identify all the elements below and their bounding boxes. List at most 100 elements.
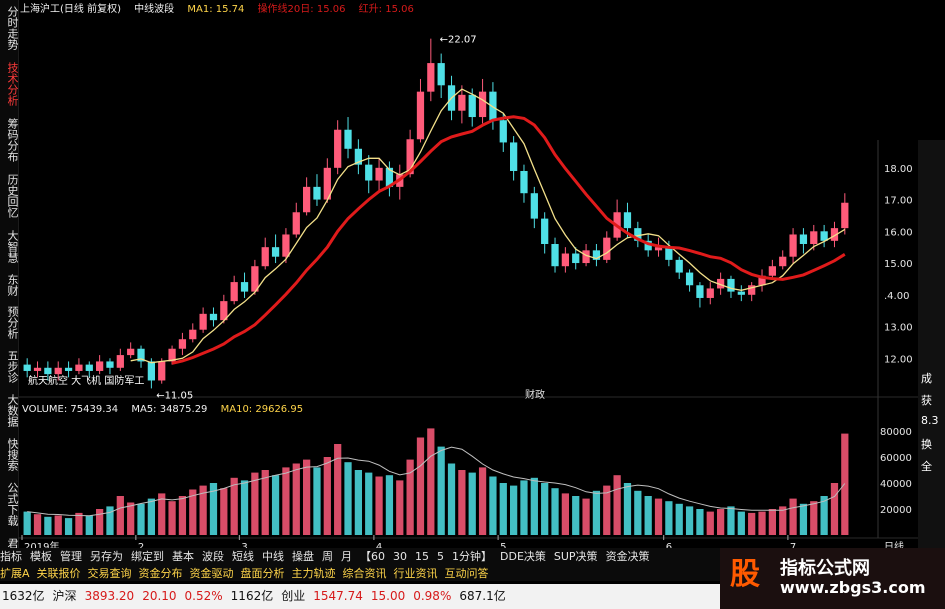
- candle-body: [768, 266, 776, 276]
- toolbar2-item-3[interactable]: 资金分布: [139, 567, 183, 580]
- toolbar1-item-1[interactable]: 模板: [30, 550, 52, 563]
- volume-axis-label: 60000: [880, 453, 912, 464]
- volume-bar: [634, 490, 642, 535]
- volume-bar: [96, 509, 104, 535]
- toolbar1-item-19[interactable]: 资金决策: [606, 550, 650, 563]
- candle-body: [158, 361, 166, 381]
- volume-bar: [675, 503, 683, 535]
- toolbar1-item-12[interactable]: 【60: [360, 550, 385, 563]
- right-edge-label-1: 获: [921, 394, 932, 407]
- volume-header: VOLUME: 75439.34 MA5: 34875.29 MA10: 296…: [22, 404, 313, 415]
- toolbar1-item-16[interactable]: 1分钟】: [452, 550, 492, 563]
- toolbar1-item-6[interactable]: 波段: [202, 550, 224, 563]
- volume-bar: [23, 511, 31, 535]
- volume-bar: [841, 433, 849, 535]
- candle-body: [458, 94, 466, 111]
- volume-bar: [706, 511, 714, 535]
- volume-bar: [271, 475, 280, 535]
- status-item-10: 687.1亿: [459, 589, 506, 603]
- toolbar1-item-8[interactable]: 中线: [262, 550, 284, 563]
- volume-bar: [510, 485, 518, 535]
- status-item-8: 15.00: [370, 589, 406, 603]
- toolbar2-item-4[interactable]: 资金驱动: [190, 567, 234, 580]
- candle-body: [127, 348, 135, 356]
- candle-body: [189, 329, 197, 340]
- status-item-9: 0.98%: [413, 589, 452, 603]
- toolbar2-item-2[interactable]: 交易查询: [88, 567, 132, 580]
- price-axis-label: 13.00: [884, 323, 913, 334]
- volume-bar: [365, 472, 373, 535]
- volume-bar: [251, 472, 259, 535]
- volume-bar: [178, 496, 187, 535]
- toolbar1-item-15[interactable]: 5: [437, 550, 444, 563]
- toolbar1-item-5[interactable]: 基本: [172, 550, 194, 563]
- toolbar2-item-6[interactable]: 主力轨迹: [292, 567, 336, 580]
- candle-body: [75, 364, 83, 371]
- toolbar1-item-11[interactable]: 月: [341, 550, 352, 563]
- toolbar2-item-0[interactable]: 扩展A: [0, 567, 30, 580]
- toolbar2-item-9[interactable]: 互动问答: [445, 567, 489, 580]
- candle-body: [416, 91, 425, 140]
- toolbar1-item-18[interactable]: SUP决策: [554, 550, 598, 563]
- candle-body: [344, 129, 352, 149]
- watermark-url: www.zbgs3.com: [780, 578, 926, 597]
- volume-readout: VOLUME: 75439.34: [22, 404, 119, 415]
- volume-bar: [85, 515, 93, 535]
- candle-body: [706, 288, 714, 298]
- price-axis-label: .4.00: [884, 291, 909, 302]
- volume-bar: [520, 480, 528, 535]
- toolbar1-item-17[interactable]: DDE决策: [500, 550, 546, 563]
- toolbar1-item-2[interactable]: 管理: [60, 550, 82, 563]
- toolbar2-item-7[interactable]: 综合资讯: [343, 567, 387, 580]
- toolbar1-item-9[interactable]: 操盘: [292, 550, 314, 563]
- price-axis-label: 15.00: [884, 259, 913, 270]
- volume-bar: [116, 496, 124, 535]
- volume-bar: [385, 475, 394, 535]
- candle-body: [510, 142, 518, 171]
- candle-body: [841, 202, 849, 229]
- volume-axis-label: 80000: [880, 427, 912, 438]
- candle-body: [23, 364, 31, 371]
- toolbar2-item-8[interactable]: 行业资讯: [394, 567, 438, 580]
- candle-body: [437, 63, 445, 86]
- volume-bar: [344, 462, 352, 535]
- toolbar1-item-13[interactable]: 30: [393, 550, 407, 563]
- volume-bar: [323, 457, 331, 535]
- right-edge-panel: 成获 8.3 换全: [918, 140, 945, 560]
- toolbar1-item-14[interactable]: 15: [415, 550, 429, 563]
- candle-body: [727, 278, 735, 292]
- volume-bar: [416, 437, 425, 535]
- toolbar1-item-7[interactable]: 短线: [232, 550, 254, 563]
- volume-bar: [654, 498, 663, 535]
- volume-bar: [427, 428, 435, 535]
- volume-bar: [334, 444, 342, 535]
- candle-body: [261, 247, 269, 267]
- toolbar1-item-10[interactable]: 周: [322, 550, 333, 563]
- toolbar1-item-0[interactable]: 指标: [0, 550, 22, 563]
- high-price-label: ←22.07: [440, 35, 477, 46]
- watermark-logo: 股: [730, 557, 760, 592]
- low-price-label: ←11.05: [156, 390, 193, 401]
- toolbar1-item-4[interactable]: 绑定到: [131, 550, 164, 563]
- volume-bar: [75, 512, 83, 535]
- volume-bar: [551, 488, 559, 535]
- volume-axis-label: 20000: [880, 505, 912, 516]
- kline-chart[interactable]: ←22.07 ←11.05 航天航空 大飞机 国防军工财政 18.00 17.00 16.…: [0, 0, 945, 609]
- volume-bar: [240, 480, 249, 535]
- volume-bar: [354, 470, 362, 535]
- volume-bar: [33, 514, 42, 535]
- volume-bar: [613, 475, 621, 535]
- volume-bar: [447, 463, 456, 535]
- candle-body: [230, 282, 238, 302]
- volume-bar: [230, 477, 238, 535]
- candle-body: [271, 247, 280, 257]
- watermark-title: 指标公式网: [780, 558, 870, 579]
- volume-bar: [261, 470, 269, 535]
- toolbar2-item-1[interactable]: 关联报价: [37, 567, 81, 580]
- volume-bar: [768, 509, 776, 535]
- candle-body: [365, 164, 373, 181]
- volume-bar: [572, 496, 580, 535]
- toolbar2-item-5[interactable]: 盘面分析: [241, 567, 285, 580]
- volume-bar: [106, 506, 114, 535]
- toolbar1-item-3[interactable]: 另存为: [90, 550, 123, 563]
